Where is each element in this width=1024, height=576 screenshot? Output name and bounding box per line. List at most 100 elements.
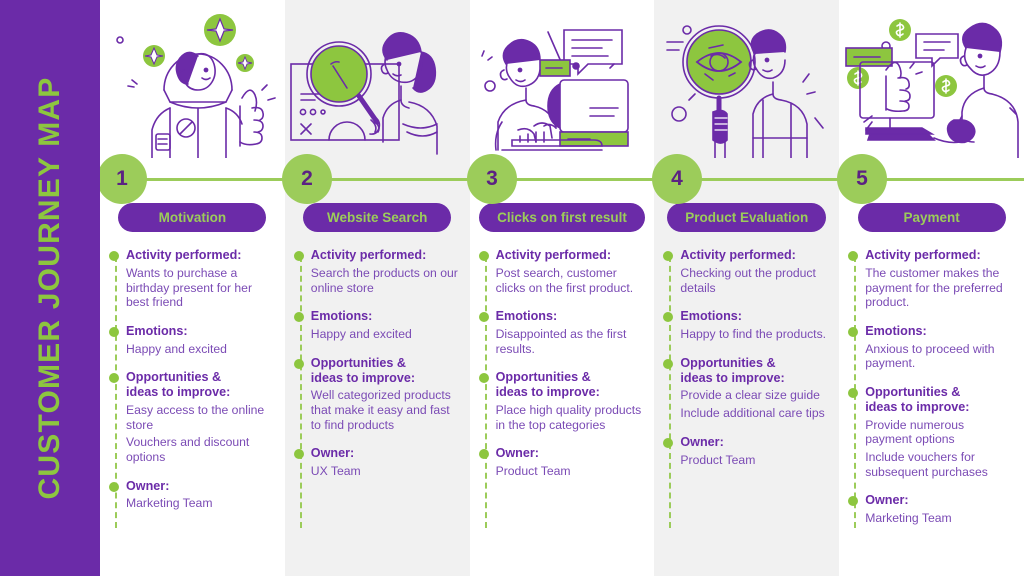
stage-column-4: Product Evaluation Activity performed: C… [654, 0, 840, 576]
owner-text: UX Team [310, 464, 361, 479]
stage-title-4[interactable]: Product Evaluation [667, 203, 827, 232]
emotions-block: Emotions: Happy to find the products. [663, 309, 829, 342]
stage-number-5[interactable]: 5 [837, 154, 887, 204]
stage-title-2[interactable]: Website Search [303, 203, 452, 232]
emotions-block: Emotions: Disappointed as the first resu… [478, 309, 645, 356]
stage-number-1[interactable]: 1 [97, 154, 147, 204]
bullet-icon [109, 251, 119, 261]
stage-number-3[interactable]: 3 [467, 154, 517, 204]
opportunities-block: Opportunities & ideas to improve: Easy a… [109, 370, 275, 464]
owner-text: Marketing Team [126, 496, 213, 511]
activity-block: Activity performed: Post search, custome… [478, 248, 645, 295]
illustration-2 [285, 0, 470, 165]
stage-title-3[interactable]: Clicks on first result [479, 203, 645, 232]
opportunities-label-line2: ideas to improve: [680, 370, 785, 385]
bullet-icon [663, 312, 674, 323]
stage-content-2: Activity performed: Search the products … [285, 248, 470, 576]
opportunity-item: Easy access to the online store [126, 403, 265, 432]
stage-pill-wrap-2: Website Search [285, 203, 470, 232]
emotions-label: Emotions: [865, 323, 927, 338]
owner-label: Owner: [495, 446, 539, 461]
emotions-text: Happy and excited [126, 341, 227, 356]
opportunity-item: Include additional care tips [680, 406, 825, 420]
opportunities-label: Opportunities & ideas to improve: [680, 356, 829, 386]
bullet-icon [848, 496, 859, 507]
stage-column-5: Payment Activity performed: The customer… [839, 0, 1024, 576]
emotions-text: Happy to find the products. [680, 327, 827, 341]
astronaut-thumbs-up-icon [116, 13, 277, 158]
stage-column-3: Clicks on first result Activity performe… [469, 0, 655, 576]
bullet-icon [293, 449, 304, 460]
emotions-text: Anxious to proceed with payment. [865, 341, 995, 371]
bullet-icon [478, 251, 489, 261]
stage-number-2[interactable]: 2 [282, 154, 332, 204]
activity-block: Activity performed: Search the products … [293, 248, 460, 295]
bullet-icon [663, 251, 674, 261]
illustration-5 [839, 0, 1024, 165]
owner-label: Owner: [310, 446, 355, 461]
bullet-icon [848, 387, 859, 398]
customer-journey-map: CUSTOMER JOURNEY MAP Motivation Activity… [0, 0, 1024, 576]
illustration-3 [470, 0, 655, 165]
opportunities-label: Opportunities & ideas to improve: [311, 356, 460, 386]
opportunities-label-line1: Opportunities & [680, 355, 776, 370]
stage-content-1: Activity performed: Wants to purchase a … [100, 248, 285, 576]
activity-label: Activity performed: [126, 248, 242, 262]
emotions-block: Emotions: Happy and excited [293, 309, 460, 342]
owner-label: Owner: [126, 478, 170, 493]
activity-text: The customer makes the payment for the p… [865, 265, 1003, 310]
magnifying-glass-search-icon [290, 31, 438, 155]
bullet-icon [478, 312, 489, 323]
opportunities-block: Opportunities & ideas to improve: Place … [478, 370, 645, 432]
stage-number-4[interactable]: 4 [652, 154, 702, 204]
stage-title-5[interactable]: Payment [857, 203, 1006, 232]
bullet-icon [848, 326, 859, 337]
opportunity-item: Provide numerous payment options [865, 417, 965, 447]
emotions-label: Emotions: [310, 309, 373, 324]
emotions-block: Emotions: Anxious to proceed with paymen… [848, 323, 1014, 371]
emotions-block: Emotions: Happy and excited [109, 323, 275, 357]
opportunities-label-line2: ideas to improve: [126, 385, 231, 400]
bullet-icon [293, 251, 304, 261]
opportunities-label-line1: Opportunities & [310, 355, 406, 370]
emotions-label: Emotions: [126, 323, 188, 338]
stage-pill-wrap-4: Product Evaluation [654, 203, 839, 232]
opportunities-block: Opportunities & ideas to improve: Provid… [663, 356, 829, 421]
activity-label: Activity performed: [310, 248, 427, 262]
owner-block: Owner: Product Team [663, 435, 829, 468]
activity-text: Search the products on our online store [310, 265, 458, 295]
opportunity-item: Place high quality products in the top c… [495, 403, 642, 432]
activity-label: Activity performed: [680, 248, 796, 262]
bullet-icon [848, 251, 859, 261]
opportunity-item: Provide a clear size guide [680, 388, 820, 403]
person-computer-payment-icon [844, 18, 1019, 158]
owner-text: Marketing Team [865, 511, 952, 526]
stage-column-2: Website Search Activity performed: Searc… [284, 0, 470, 576]
opportunities-label-line2: ideas to improve: [310, 370, 416, 385]
bullet-icon [293, 312, 304, 323]
stage-pill-wrap-1: Motivation [100, 203, 285, 232]
connector-line [484, 256, 487, 528]
activity-block: Activity performed: The customer makes t… [848, 248, 1014, 310]
activity-block: Activity performed: Checking out the pro… [663, 248, 829, 295]
owner-block: Owner: UX Team [293, 446, 460, 479]
opportunities-label: Opportunities & ideas to improve: [865, 385, 1014, 415]
opportunities-label: Opportunities & ideas to improve: [126, 370, 275, 400]
page-title: CUSTOMER JOURNEY MAP [33, 76, 66, 500]
emotions-text: Happy and excited [310, 327, 412, 341]
opportunities-label-line2: ideas to improve: [865, 399, 970, 414]
activity-text: Post search, customer clicks on the firs… [495, 265, 634, 295]
opportunities-label-line2: ideas to improve: [495, 385, 600, 400]
owner-text: Product Team [495, 464, 571, 479]
stage-title-1[interactable]: Motivation [118, 203, 267, 232]
bullet-icon [109, 481, 119, 492]
owner-label: Owner: [865, 493, 909, 508]
emotions-text: Disappointed as the first results. [495, 327, 627, 356]
opportunities-block: Opportunities & ideas to improve: Well c… [293, 356, 460, 433]
opportunity-item: Vouchers and discount options [126, 435, 250, 464]
illustration-1 [100, 0, 285, 165]
opportunity-item: Include vouchers for subsequent purchase… [865, 449, 988, 479]
bullet-icon [663, 358, 674, 369]
stage-content-4: Activity performed: Checking out the pro… [654, 248, 839, 576]
bullet-icon [663, 437, 674, 448]
